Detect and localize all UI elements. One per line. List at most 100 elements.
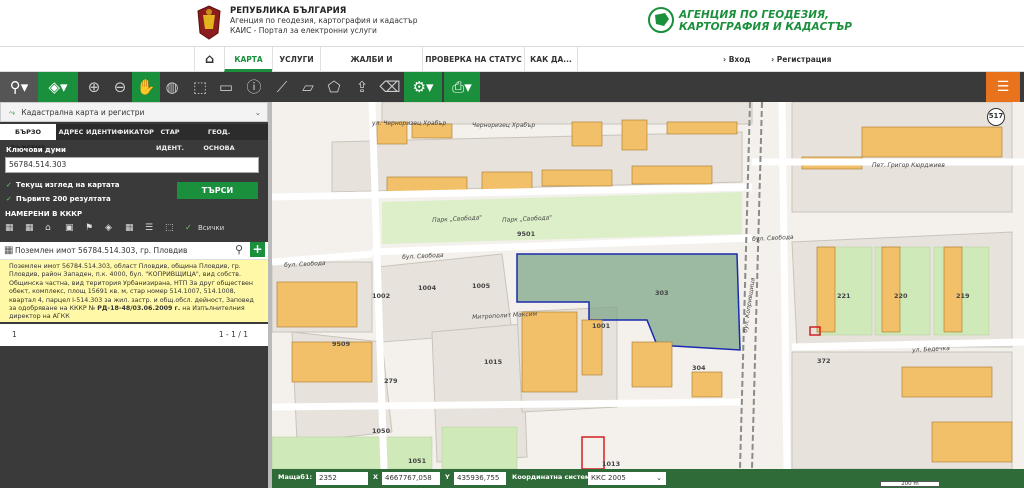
- nav-item-services[interactable]: УСЛУГИ: [272, 47, 320, 72]
- street-label: Пет. Григор Кюрджиев: [872, 162, 945, 169]
- page-number[interactable]: 1: [12, 330, 17, 339]
- select-box-icon[interactable]: ▭: [212, 72, 240, 102]
- filter-point-icon[interactable]: ⬚: [165, 223, 174, 233]
- nav-item-how-to[interactable]: КАК ДА...: [524, 47, 578, 72]
- panel-title: Кадастрална карта и регистри: [21, 108, 145, 117]
- map-canvas[interactable]: бул. Свобода бул. Свобода бул. Свобода Парк…: [272, 102, 1024, 469]
- y-label: Y: [445, 473, 450, 481]
- filter-layers-icon[interactable]: ◈: [105, 223, 112, 233]
- nav-item-complaints[interactable]: ЖАЛБИ И ВЪЗРАЖЕНИЯ: [320, 47, 422, 89]
- parcel-number-label: 279: [384, 377, 398, 385]
- measure-line-icon[interactable]: ⟋: [268, 72, 296, 102]
- nav-item-map[interactable]: КАРТА: [224, 47, 272, 72]
- check-icon: ✓: [6, 195, 12, 203]
- street-label: Черноризец Храбър: [472, 122, 536, 129]
- search-tabs: БЪРЗО ТЪРСЕНЕ АДРЕС ИДЕНТИФИКАТОР СТАР И…: [0, 124, 268, 152]
- globe-icon[interactable]: ◍: [158, 72, 186, 102]
- tab-identifier[interactable]: ИДЕНТИФИКАТОР: [86, 124, 154, 140]
- parcel-number-label: 9501: [517, 230, 536, 238]
- result-header[interactable]: ▦ Поземлен имот 56784.514.303, гр. Пловд…: [0, 242, 268, 260]
- home-icon[interactable]: ⌂: [194, 47, 224, 72]
- result-pagination: 1 1 - 1 / 1: [0, 324, 268, 346]
- filter-building-icon[interactable]: ⌂: [45, 223, 51, 233]
- register-label: Регистрация: [776, 55, 832, 64]
- search-button[interactable]: ТЪРСИ: [177, 182, 258, 199]
- filter-list-icon[interactable]: ☰: [145, 223, 153, 233]
- search-icon[interactable]: ⚲: [235, 243, 243, 256]
- zoom-box-icon[interactable]: ⬚: [186, 72, 214, 102]
- tab-old-identifier[interactable]: СТАР ИДЕНТ.: [146, 124, 194, 152]
- first-200-checkbox[interactable]: ✓ Първите 200 резултата: [6, 195, 111, 203]
- tab-quick-search[interactable]: БЪРЗО ТЪРСЕНЕ: [0, 124, 56, 152]
- crs-value: ККС 2005: [591, 474, 626, 482]
- ruler-icon[interactable]: ▱: [294, 72, 322, 102]
- page-header: РЕПУБЛИКА БЪЛГАРИЯ Агенция по геодезия, …: [0, 0, 1024, 46]
- zoom-level-badge: 517: [987, 108, 1005, 126]
- login-label: Вход: [728, 55, 751, 64]
- layers-icon[interactable]: ◈▾: [38, 72, 78, 102]
- register-link[interactable]: › Регистрация: [771, 55, 831, 64]
- parcel-number-label: 1001: [592, 322, 611, 330]
- filter-all-label[interactable]: Всички: [198, 224, 224, 232]
- clear-icon[interactable]: ⌫: [376, 72, 404, 102]
- filter-grid-icon[interactable]: ▦: [5, 223, 14, 233]
- panel-title-bar[interactable]: ⤳ Кадастрална карта и регистри ⌄: [0, 102, 268, 122]
- crs-select[interactable]: ККС 2005 ⌄: [588, 472, 666, 485]
- parcel-number-label: 1005: [472, 282, 491, 290]
- result-filter-row: ▦ ▦ ⌂ ▣ ⚑ ◈ ▦ ☰ ⬚ ✓ Всички: [5, 223, 263, 237]
- parcel-number-label: 1002: [372, 292, 391, 300]
- login-link[interactable]: › Вход: [723, 55, 750, 64]
- coat-of-arms-logo: [197, 5, 221, 40]
- keywords-input[interactable]: 56784.514.303: [5, 157, 259, 173]
- measure-area-icon[interactable]: ⬠: [320, 72, 348, 102]
- print-icon[interactable]: ⎙▾: [444, 72, 480, 102]
- info-icon[interactable]: ⓘ: [240, 72, 268, 102]
- parcel-number-label: 9509: [332, 340, 351, 348]
- result-description: Поземлен имот 56784.514.303, област Плов…: [9, 263, 254, 304]
- x-label: X: [373, 473, 379, 481]
- portal-subtitle: КАИС - Портал за електронни услуги: [230, 26, 377, 35]
- pan-hand-icon[interactable]: ✋: [132, 72, 160, 102]
- chevron-down-icon[interactable]: ⌄: [255, 103, 261, 122]
- search-panel: ⤳ Кадастрална карта и регистри ⌄ БЪРЗО Т…: [0, 102, 268, 488]
- nav-item-status-check[interactable]: ПРОВЕРКА НА СТАТУС: [422, 47, 524, 72]
- add-icon[interactable]: +: [250, 242, 265, 257]
- map-tools-icon[interactable]: ⚙▾: [404, 72, 442, 102]
- parcel-number-label: 1050: [372, 427, 391, 435]
- tab-address[interactable]: АДРЕС: [56, 124, 86, 140]
- y-coordinate: 435936,755: [454, 472, 506, 485]
- parcel-number-label: 303: [655, 289, 669, 297]
- result-order-number: РД-18-48/03.06.2009 г.: [97, 305, 181, 313]
- parcel-number-label: 1004: [418, 284, 437, 292]
- search-tool-icon[interactable]: ⚲▾: [0, 72, 38, 102]
- chevron-down-icon: ⌄: [656, 474, 662, 482]
- x-coordinate: 4667767,058: [382, 472, 440, 485]
- upload-icon[interactable]: ⇪: [348, 72, 376, 102]
- map-toolbar: ⚲▾ ◈▾ ⊕ ⊖ ✋ ◍ ⬚ ▭ ⓘ ⟋ ▱ ⬠ ⇪ ⌫ ⚙▾ ⎙▾: [0, 72, 1024, 102]
- crs-label: Координатна система: [512, 473, 595, 481]
- parcel-number-label: 1013: [602, 460, 621, 468]
- parcel-number-label: 1051: [408, 457, 427, 465]
- filter-block-icon[interactable]: ▦: [25, 223, 34, 233]
- filter-location-icon[interactable]: ⚑: [85, 223, 93, 233]
- filter-parcel-icon[interactable]: ▣: [65, 223, 74, 233]
- parcel-number-label: 221: [837, 292, 851, 300]
- result-details: Поземлен имот 56784.514.303, област Плов…: [0, 260, 268, 322]
- agency-name-block: РЕПУБЛИКА БЪЛГАРИЯ Агенция по геодезия, …: [230, 6, 417, 36]
- agency-brand-text: АГЕНЦИЯ ПО ГЕОДЕЗИЯ, КАРТОГРАФИЯ И КАДАС…: [679, 9, 852, 33]
- result-title: Поземлен имот 56784.514.303, гр. Пловдив: [15, 246, 188, 255]
- result-count: 1 - 1 / 1: [218, 330, 248, 339]
- agency-subtitle: Агенция по геодезия, картография и кадас…: [230, 16, 418, 25]
- scale-label: Мащаб: [278, 473, 305, 481]
- scale-colon-label: 1:: [305, 473, 313, 481]
- current-view-checkbox[interactable]: ✓ Текущ изглед на картата: [6, 181, 120, 189]
- tab-geodetic-base[interactable]: ГЕОД. ОСНОВА: [194, 124, 244, 152]
- agency-globe-logo: [648, 7, 674, 33]
- zoom-in-icon[interactable]: ⊕: [80, 72, 108, 102]
- filter-table-icon[interactable]: ▦: [125, 223, 134, 233]
- auth-links: › Вход › Регистрация: [723, 47, 849, 72]
- scale-input[interactable]: 2352: [316, 472, 368, 485]
- user-menu-icon[interactable]: ☰: [986, 72, 1020, 102]
- filter-all-check-icon: ✓: [185, 223, 192, 232]
- zoom-out-icon[interactable]: ⊖: [106, 72, 134, 102]
